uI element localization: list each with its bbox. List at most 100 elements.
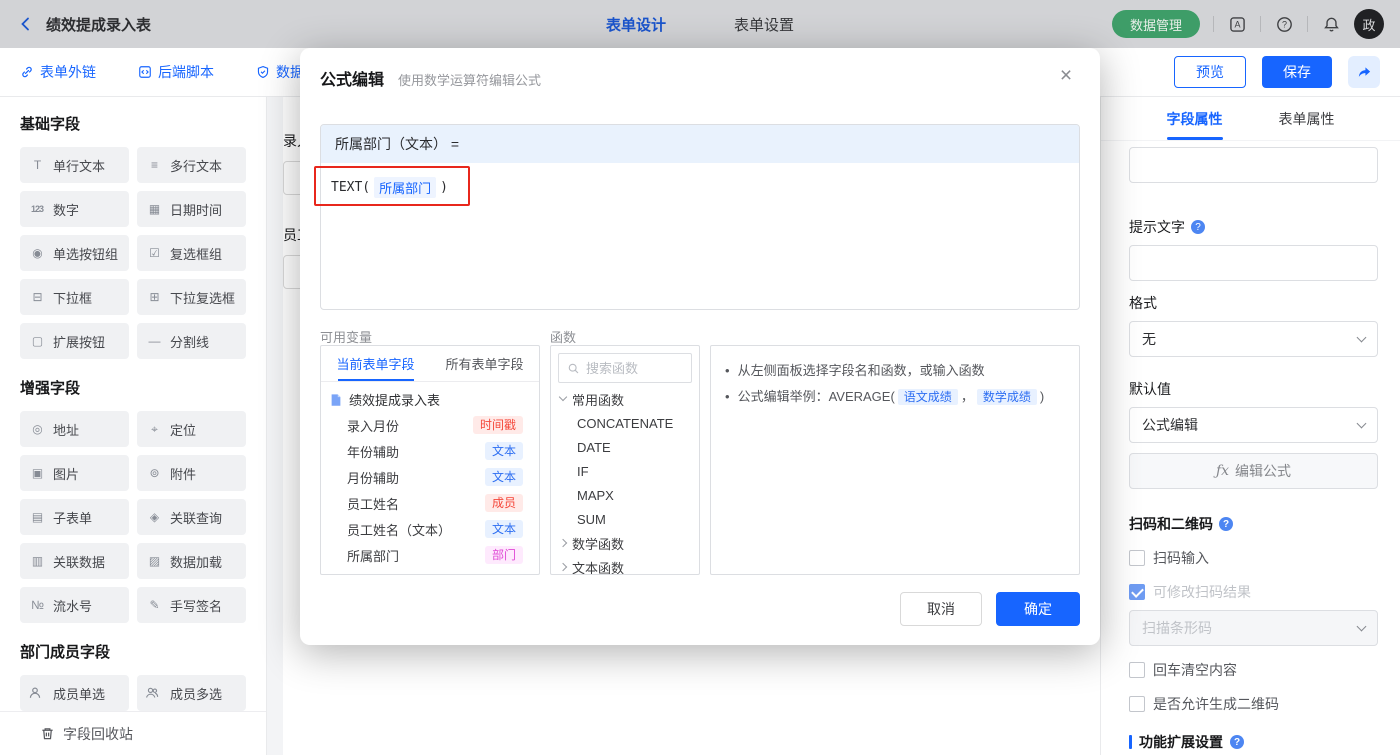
property-text-input[interactable]: [1129, 147, 1378, 183]
variable-item[interactable]: 所属部门部门: [321, 542, 539, 568]
field-single-line-text[interactable]: T单行文本: [20, 147, 129, 183]
field-divider[interactable]: —分割线: [137, 323, 246, 359]
function-item-concatenate[interactable]: CONCATENATE: [551, 411, 699, 435]
checkbox-icon: ☑: [145, 246, 163, 260]
field-recycle-bin[interactable]: 字段回收站: [0, 711, 266, 755]
help-button[interactable]: ?: [1274, 14, 1294, 34]
save-button[interactable]: 保存: [1262, 56, 1332, 88]
default-value-select[interactable]: 公式编辑: [1129, 407, 1378, 443]
field-member-multi[interactable]: 成员多选: [137, 675, 246, 711]
field-multi-dropdown[interactable]: ⊞下拉复选框: [137, 279, 246, 315]
field-label: 数据加载: [170, 552, 222, 571]
field-signature[interactable]: ✎手写签名: [137, 587, 246, 623]
field-radio-group[interactable]: ◉单选按钮组: [20, 235, 129, 271]
function-group-common[interactable]: 常用函数: [551, 387, 699, 411]
variable-item[interactable]: 月份辅助文本: [321, 464, 539, 490]
variable-item[interactable]: 录入月份时间戳: [321, 412, 539, 438]
default-value-label: 默认值: [1129, 379, 1378, 399]
help-circle-icon[interactable]: ?: [1191, 220, 1205, 234]
field-checkbox-group[interactable]: ☑复选框组: [137, 235, 246, 271]
field-linked-data[interactable]: ▥关联数据: [20, 543, 129, 579]
checkbox-label: 可修改扫码结果: [1153, 582, 1251, 602]
field-location[interactable]: ⌖定位: [137, 411, 246, 447]
notification-button[interactable]: [1321, 14, 1341, 34]
checkbox-icon[interactable]: [1129, 696, 1145, 712]
form-external-link-button[interactable]: 表单外链: [20, 62, 96, 82]
radio-icon: ◉: [28, 246, 46, 260]
example-prefix: 公式编辑举例：AVERAGE(: [738, 389, 895, 404]
field-label: 附件: [170, 464, 196, 483]
tab-form-properties[interactable]: 表单属性: [1279, 97, 1335, 140]
field-member-single[interactable]: 成员单选: [20, 675, 129, 711]
format-select[interactable]: 无: [1129, 321, 1378, 357]
hint-text-input[interactable]: [1129, 245, 1378, 281]
function-group-math[interactable]: 数学函数: [551, 531, 699, 555]
persons-icon: [145, 686, 163, 700]
function-group-text[interactable]: 文本函数: [551, 555, 699, 575]
barcode-scan-select[interactable]: 扫描条形码: [1129, 610, 1378, 646]
close-icon[interactable]: ×: [1052, 62, 1080, 90]
tab-form-design[interactable]: 表单设计: [606, 14, 666, 35]
function-item-sum[interactable]: SUM: [551, 507, 699, 531]
field-number[interactable]: 123数字: [20, 191, 129, 227]
help-circle-icon[interactable]: ?: [1230, 735, 1244, 749]
formula-editor[interactable]: 所属部门（文本） = TEXT( 所属部门 ): [320, 124, 1080, 310]
share-button[interactable]: [1348, 56, 1380, 88]
cancel-button[interactable]: 取消: [900, 592, 982, 626]
field-lookup[interactable]: ◈关联查询: [137, 499, 246, 535]
back-button[interactable]: [16, 14, 36, 34]
function-item-mapx[interactable]: MAPX: [551, 483, 699, 507]
formula-expression[interactable]: TEXT( 所属部门 ): [321, 163, 1079, 212]
checkbox-allow-qrcode[interactable]: 是否允许生成二维码: [1129, 694, 1378, 714]
checkbox-label: 回车清空内容: [1153, 660, 1237, 680]
tab-current-form-fields[interactable]: 当前表单字段: [321, 346, 430, 381]
checkbox-icon[interactable]: [1129, 550, 1145, 566]
field-address[interactable]: ◎地址: [20, 411, 129, 447]
share-icon: [1357, 65, 1372, 80]
variable-item[interactable]: 员工姓名成员: [321, 490, 539, 516]
checkbox-modify-scan-result[interactable]: 可修改扫码结果: [1129, 582, 1378, 602]
page-title: 绩效提成录入表: [46, 14, 151, 35]
function-search-box[interactable]: [558, 353, 692, 383]
member-fields-grid: 成员单选 成员多选: [20, 675, 246, 711]
back-chevron-icon: [18, 16, 34, 32]
preview-button[interactable]: 预览: [1174, 56, 1246, 88]
bullet-icon: •: [725, 358, 730, 384]
tab-field-properties[interactable]: 字段属性: [1167, 97, 1223, 140]
field-dropdown[interactable]: ⊟下拉框: [20, 279, 129, 315]
help-circle-icon[interactable]: ?: [1219, 517, 1233, 531]
field-data-load[interactable]: ▨数据加载: [137, 543, 246, 579]
data-manage-button[interactable]: 数据管理: [1112, 10, 1200, 38]
variable-item[interactable]: 年份辅助文本: [321, 438, 539, 464]
recycle-bin-icon: [40, 726, 55, 741]
variable-item[interactable]: 员工姓名（文本）文本: [321, 516, 539, 542]
backend-script-button[interactable]: 后端脚本: [138, 62, 214, 82]
field-multi-line-text[interactable]: ≡多行文本: [137, 147, 246, 183]
type-badge: 时间戳: [473, 416, 523, 434]
variables-root-label: 绩效提成录入表: [349, 390, 440, 409]
field-serial-number[interactable]: №流水号: [20, 587, 129, 623]
confirm-button[interactable]: 确定: [996, 592, 1080, 626]
variable-name: 员工姓名: [347, 494, 399, 513]
function-item-date[interactable]: DATE: [551, 435, 699, 459]
field-attachment[interactable]: ⊚附件: [137, 455, 246, 491]
checkbox-icon[interactable]: [1129, 662, 1145, 678]
user-avatar[interactable]: 政: [1354, 9, 1384, 39]
checkbox-scan-input[interactable]: 扫码输入: [1129, 548, 1378, 568]
formula-field-chip[interactable]: 所属部门: [374, 177, 436, 198]
field-image[interactable]: ▣图片: [20, 455, 129, 491]
tab-form-settings[interactable]: 表单设置: [734, 14, 794, 35]
field-label: 下拉框: [53, 288, 92, 307]
checkbox-enter-clear[interactable]: 回车清空内容: [1129, 660, 1378, 680]
field-extend-button[interactable]: ▢扩展按钮: [20, 323, 129, 359]
field-subform[interactable]: ▤子表单: [20, 499, 129, 535]
variables-tree-root[interactable]: 绩效提成录入表: [321, 382, 539, 412]
field-datetime[interactable]: ▦日期时间: [137, 191, 246, 227]
tab-all-form-fields[interactable]: 所有表单字段: [430, 346, 539, 381]
checkbox-checked-icon[interactable]: [1129, 584, 1145, 600]
translate-button[interactable]: A: [1227, 14, 1247, 34]
function-search-input[interactable]: [586, 361, 683, 376]
function-item-if[interactable]: IF: [551, 459, 699, 483]
edit-formula-button[interactable]: ƒx 编辑公式: [1129, 453, 1378, 489]
section-title-basic-fields: 基础字段: [20, 113, 246, 134]
